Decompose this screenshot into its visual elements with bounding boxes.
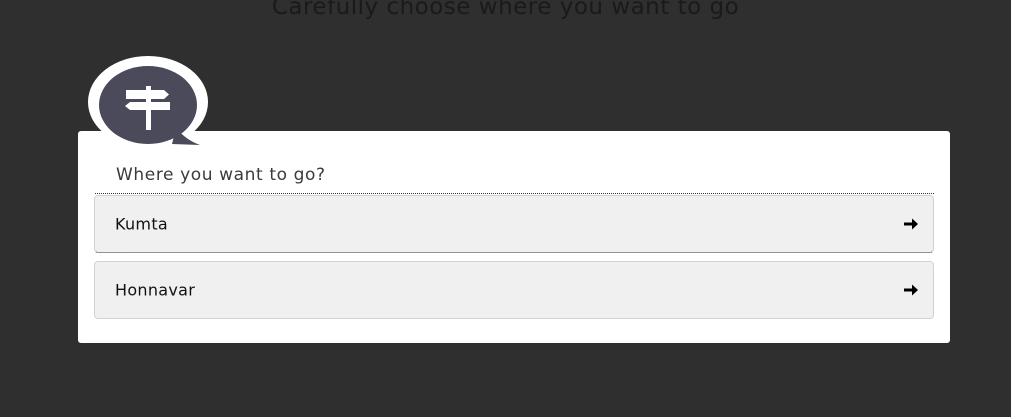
signpost-chat-bubble-icon [88,56,208,148]
option-honnavar[interactable]: Honnavar [94,261,934,319]
arrow-right-icon [903,282,919,298]
page-title: Carefully choose where you want to go [271,0,740,20]
option-label: Honnavar [115,280,196,300]
option-kumta[interactable]: Kumta [94,195,934,253]
option-label: Kumta [115,214,168,234]
destination-card: Where you want to go? Kumta Honnavar [78,131,950,343]
divider [95,193,934,194]
arrow-right-icon [903,216,919,232]
question-label: Where you want to go? [116,165,326,185]
